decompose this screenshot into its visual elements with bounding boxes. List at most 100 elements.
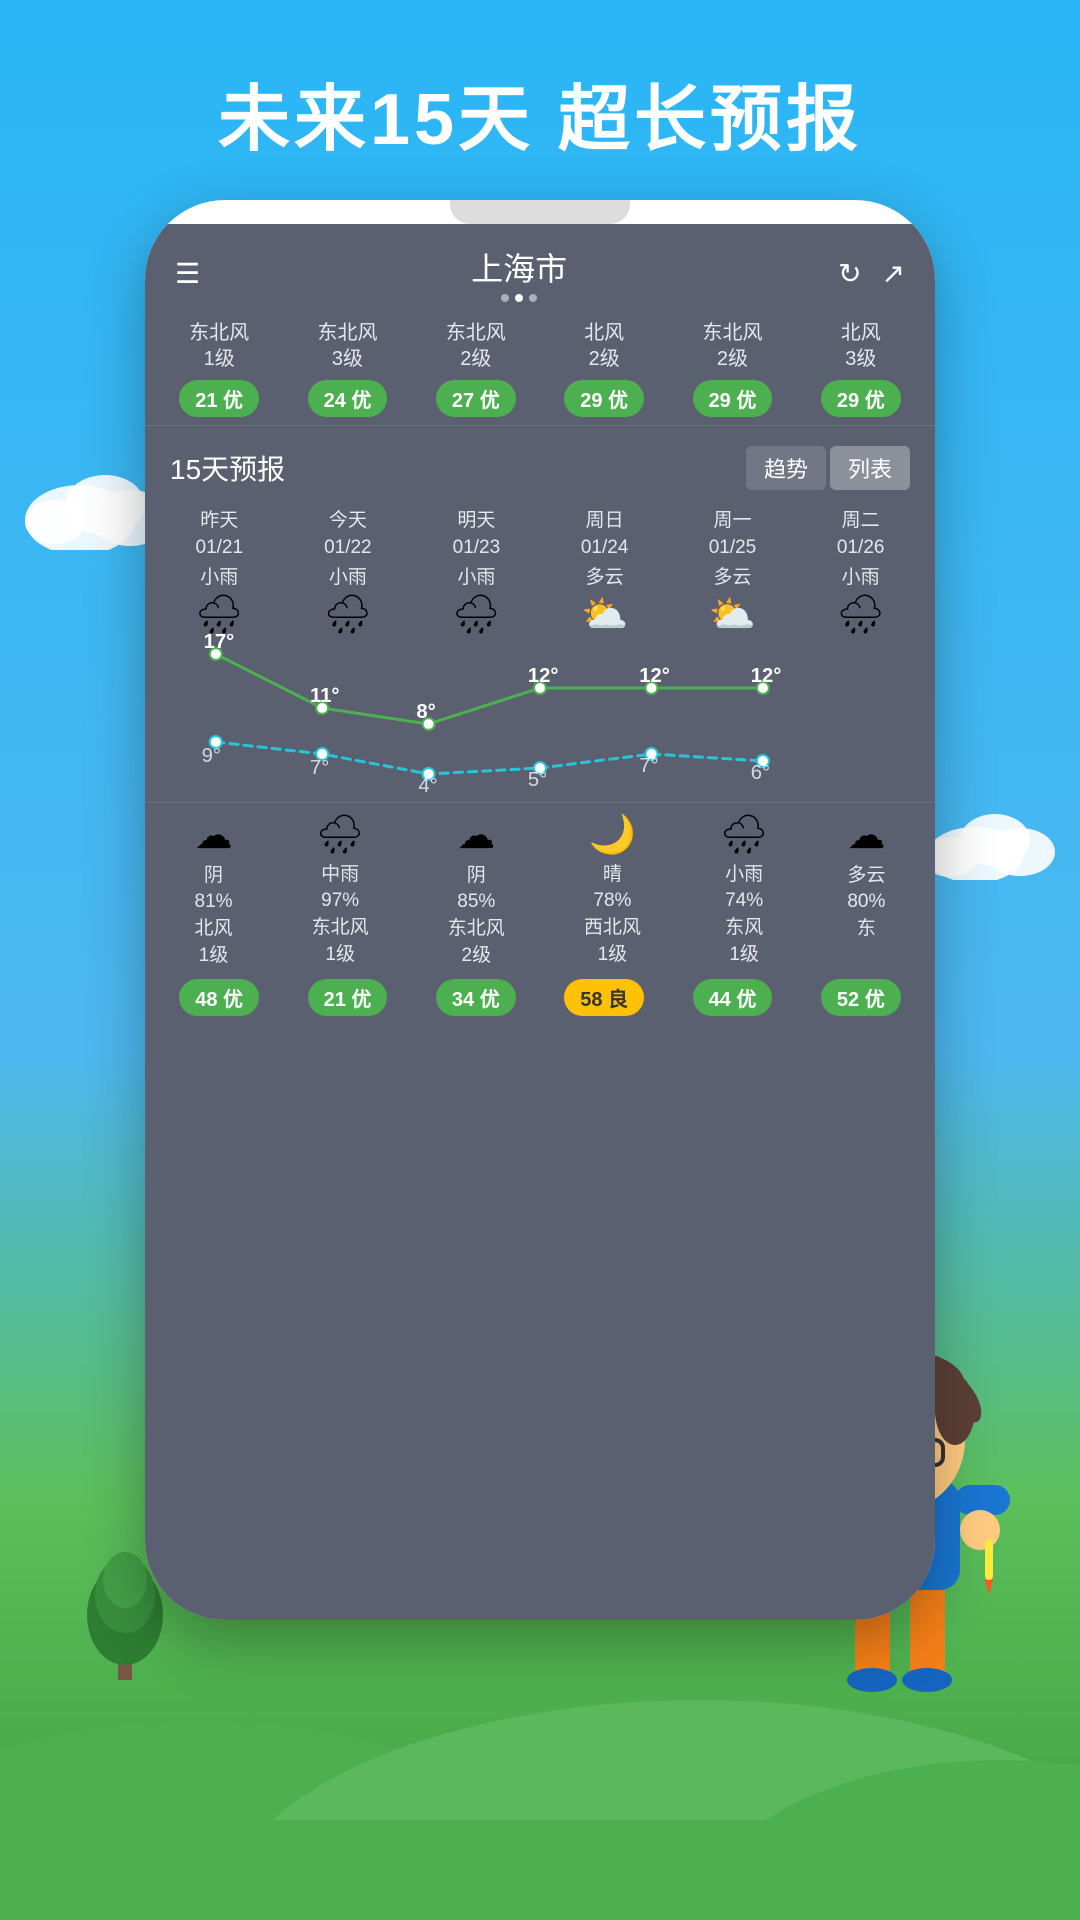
day-weather-5: 小雨 (842, 565, 880, 592)
night-icon-2: ☁ (457, 813, 495, 858)
bot-col-3: 🌙 晴78%西北风1级 (584, 813, 641, 969)
svg-text:9°: 9° (202, 745, 221, 767)
air-col-1: 东北风3级 24 优 (308, 320, 388, 417)
wind-4: 东北风2级 (702, 320, 762, 372)
bot-col-5: ☁ 多云80%东 (847, 813, 885, 969)
air-quality-strip: 东北风1级 21 优 东北风3级 24 优 东北风2级 27 优 北风2级 29… (145, 312, 935, 426)
top-nav: ☰ 上海市 ↻ ↗ (145, 224, 935, 312)
svg-text:8°: 8° (416, 701, 435, 723)
day-col-2: 明天01/23 小雨 🌧 (452, 508, 500, 634)
night-icon-5: ☁ (847, 813, 885, 858)
day-weather-0: 小雨 (200, 565, 238, 592)
day-weather-1: 小雨 (329, 565, 367, 592)
day-col-1: 今天01/22 小雨 🌧 (324, 508, 372, 634)
svg-text:12°: 12° (639, 665, 670, 687)
svg-text:7°: 7° (639, 755, 658, 777)
day-label-1: 今天01/22 (324, 508, 372, 561)
night-info-0: 阴81%北风1级 (195, 863, 233, 969)
city-name[interactable]: 上海市 (471, 244, 567, 290)
aqi-badge-3: 29 优 (564, 380, 644, 417)
phone-screen: ☰ 上海市 ↻ ↗ 东北风1级 21 优 东北风3级 2 (145, 224, 935, 1620)
aqi-badge-2: 27 优 (436, 380, 516, 417)
bot-col-0: ☁ 阴81%北风1级 (195, 813, 233, 969)
dot-3[interactable] (529, 294, 537, 302)
night-icon-4: 🌧 (720, 813, 768, 857)
tab-trend[interactable]: 趋势 (746, 446, 826, 490)
wind-5: 北风3级 (841, 320, 881, 372)
day-col-5: 周二01/26 小雨 🌧 (837, 508, 885, 634)
day-weather-3: 多云 (586, 565, 624, 592)
day-label-0: 昨天01/21 (196, 508, 244, 561)
aqi-bottom-0: 48 优 (179, 979, 259, 1016)
day-col-4: 周一01/25 多云 ⛅ (709, 508, 757, 634)
aqi-badge-5: 29 优 (821, 380, 901, 417)
svg-text:7°: 7° (310, 757, 329, 779)
aqi-bottom-2: 34 优 (436, 979, 516, 1016)
svg-text:6°: 6° (751, 762, 770, 784)
aqi-badge-1: 24 优 (308, 380, 388, 417)
night-icon-0: ☁ (195, 813, 233, 858)
page-title: 未来15天 超长预报 (0, 60, 1080, 165)
aqi-bottom-4: 44 优 (693, 979, 773, 1016)
air-col-2: 东北风2级 27 优 (436, 320, 516, 417)
temperature-chart: 17° 11° 8° 12° 12° 12° 9° 7° 4° 5° 7° 6° (155, 634, 925, 794)
day-label-4: 周一01/25 (709, 508, 757, 561)
weather-icon-5: 🌧 (837, 596, 885, 634)
air-col-5: 北风3级 29 优 (821, 320, 901, 417)
aqi-badge-0: 21 优 (179, 380, 259, 417)
share-icon[interactable]: ↗ (882, 257, 905, 290)
wind-3: 北风2级 (584, 320, 624, 372)
bottom-weather-row: ☁ 阴81%北风1级 🌧 中雨97%东北风1级 ☁ 阴85%东北风2级 🌙 晴7… (145, 802, 935, 969)
refresh-icon[interactable]: ↻ (838, 257, 861, 290)
day-weather-4: 多云 (713, 565, 751, 592)
aqi-bottom-3: 58 良 (564, 979, 644, 1016)
day-col-0: 昨天01/21 小雨 🌧 (195, 508, 243, 634)
tab-list[interactable]: 列表 (830, 446, 910, 490)
svg-text:4°: 4° (418, 775, 437, 794)
night-info-5: 多云80%东 (847, 863, 885, 943)
day-weather-2: 小雨 (457, 565, 495, 592)
air-col-3: 北风2级 29 优 (564, 320, 644, 417)
daily-labels-row: 昨天01/21 小雨 🌧 今天01/22 小雨 🌧 明天01/23 小雨 🌧 周… (145, 500, 935, 634)
weather-icon-4: ⛅ (709, 596, 756, 634)
bottom-aqi-row: 48 优 21 优 34 优 58 良 44 优 52 优 (145, 969, 935, 1036)
air-col-4: 东北风2级 29 优 (693, 320, 773, 417)
phone-frame: ☰ 上海市 ↻ ↗ 东北风1级 21 优 东北风3级 2 (145, 200, 935, 1620)
svg-text:12°: 12° (751, 665, 782, 687)
night-info-2: 阴85%东北风2级 (448, 863, 505, 969)
menu-icon[interactable]: ☰ (175, 257, 200, 290)
wind-2: 东北风2级 (446, 320, 506, 372)
night-icon-3: 🌙 (589, 813, 636, 857)
forecast-header: 15天预报 趋势 列表 (145, 426, 935, 500)
wind-1: 东北风3级 (317, 320, 377, 372)
night-info-1: 中雨97%东北风1级 (312, 862, 369, 968)
weather-icon-3: ⛅ (581, 596, 628, 634)
bot-col-4: 🌧 小雨74%东风1级 (720, 813, 768, 969)
svg-text:17°: 17° (204, 634, 235, 653)
day-label-5: 周二01/26 (837, 508, 885, 561)
weather-icon-0: 🌧 (195, 596, 243, 634)
bot-col-2: ☁ 阴85%东北风2级 (448, 813, 505, 969)
day-label-2: 明天01/23 (453, 508, 501, 561)
aqi-bottom-5: 52 优 (821, 979, 901, 1016)
cloud-right (920, 800, 1060, 880)
weather-icon-1: 🌧 (324, 596, 372, 634)
night-icon-1: 🌧 (316, 813, 364, 857)
dot-1[interactable] (501, 294, 509, 302)
weather-icon-2: 🌧 (452, 596, 500, 634)
air-col-0: 东北风1级 21 优 (179, 320, 259, 417)
day-label-3: 周日01/24 (581, 508, 629, 561)
aqi-bottom-1: 21 优 (308, 979, 388, 1016)
bot-col-1: 🌧 中雨97%东北风1级 (312, 813, 369, 969)
night-info-4: 小雨74%东风1级 (725, 862, 763, 968)
dot-2[interactable] (515, 294, 523, 302)
svg-text:12°: 12° (528, 665, 559, 687)
svg-text:11°: 11° (310, 685, 340, 707)
aqi-badge-4: 29 优 (693, 380, 773, 417)
night-info-3: 晴78%西北风1级 (584, 862, 641, 968)
phone-notch (450, 200, 630, 224)
forecast-title: 15天预报 (170, 448, 285, 488)
day-col-3: 周日01/24 多云 ⛅ (581, 508, 629, 634)
svg-text:5°: 5° (528, 769, 547, 791)
wind-0: 东北风1级 (189, 320, 249, 372)
